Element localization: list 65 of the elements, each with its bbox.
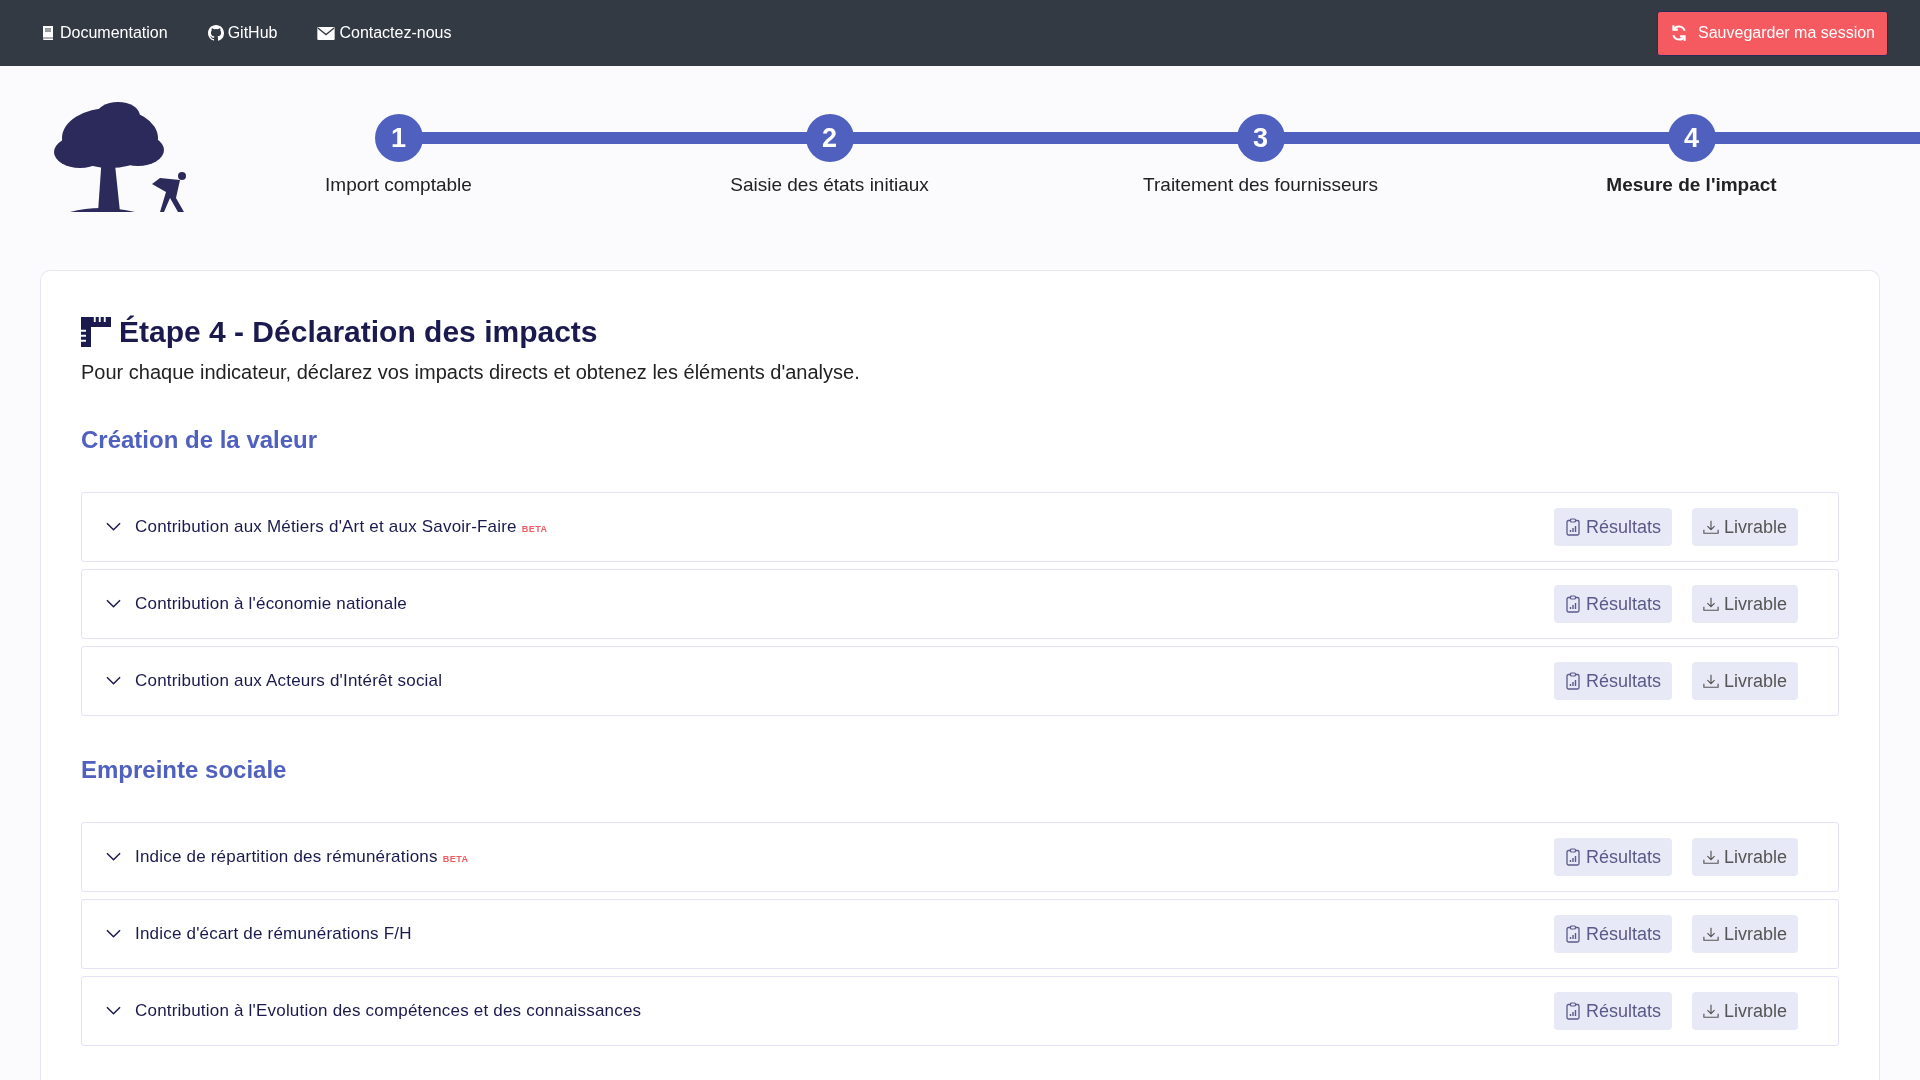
deliverable-button[interactable]: Livrable xyxy=(1691,508,1798,546)
indicator-label: Indice de répartition des rémunérations xyxy=(135,847,438,867)
clipboard-chart-icon xyxy=(1564,672,1581,690)
indicator-label: Contribution à l'Evolution des compétences et des connaissances xyxy=(135,1001,642,1021)
indicator-label: Indice d'écart de rémunérations F/H xyxy=(135,924,412,944)
results-button[interactable]: Résultats xyxy=(1553,508,1672,546)
section-title: Création de la valeur xyxy=(81,426,319,454)
step-label[interactable]: Traitement des fournisseurs xyxy=(1143,174,1378,196)
book-icon xyxy=(40,25,56,41)
indicator-row[interactable]: Contribution aux Acteurs d'Intérêt social Résultats Livrable xyxy=(81,646,1839,716)
download-icon xyxy=(1702,925,1719,943)
chevron-icon[interactable] xyxy=(106,676,121,686)
download-icon xyxy=(1702,672,1719,690)
nav-link[interactable]: Contactez-nous xyxy=(317,24,452,42)
step-number[interactable]: 3 xyxy=(1236,114,1285,162)
step-number[interactable]: 1 xyxy=(374,114,423,162)
indicator-row[interactable]: Indice de répartition des rémunérations BETA Résultats Livrable xyxy=(81,822,1839,892)
download-icon xyxy=(1702,518,1719,536)
nav-link[interactable]: GitHub xyxy=(207,24,278,42)
chevron-icon[interactable] xyxy=(106,522,121,532)
deliverable-button[interactable]: Livrable xyxy=(1691,915,1798,953)
beta-tag: BETA xyxy=(521,524,548,534)
chevron-icon[interactable] xyxy=(106,852,121,862)
refresh-icon xyxy=(1670,24,1688,42)
deliverable-button[interactable]: Livrable xyxy=(1691,662,1798,700)
clipboard-chart-icon xyxy=(1564,1002,1581,1020)
indicator-label: Contribution aux Acteurs d'Intérêt social xyxy=(135,671,443,691)
indicator-row[interactable]: Contribution à l'Evolution des compétences et des connaissances Résultats Livrable xyxy=(81,976,1839,1046)
indicator-row[interactable]: Contribution à l'économie nationale Résultats Livrable xyxy=(81,569,1839,639)
clipboard-chart-icon xyxy=(1564,518,1581,536)
beta-tag: BETA xyxy=(442,854,469,864)
deliverable-button[interactable]: Livrable xyxy=(1691,838,1798,876)
download-icon xyxy=(1702,1002,1719,1020)
step-label[interactable]: Saisie des états initiaux xyxy=(730,174,929,196)
step-label[interactable]: Import comptable xyxy=(325,174,472,196)
download-icon xyxy=(1702,848,1719,866)
results-button[interactable]: Résultats xyxy=(1553,915,1672,953)
step-number[interactable]: 2 xyxy=(805,114,854,162)
results-button[interactable]: Résultats xyxy=(1553,662,1672,700)
indicator-label: Contribution aux Métiers d'Art et aux Savoir-Faire xyxy=(135,517,517,537)
indicator-row[interactable]: Indice d'écart de rémunérations F/H Résultats Livrable xyxy=(81,899,1839,969)
step-label[interactable]: Mesure de l'impact xyxy=(1606,174,1777,196)
page-title: Étape 4 - Déclaration des impacts xyxy=(81,315,1839,349)
github-icon xyxy=(207,25,224,41)
deliverable-button[interactable]: Livrable xyxy=(1691,992,1798,1030)
indicator-row[interactable]: Contribution aux Métiers d'Art et aux Savoir-Faire BETA Résultats Livrable xyxy=(81,492,1839,562)
chevron-icon[interactable] xyxy=(106,929,121,939)
chevron-icon[interactable] xyxy=(106,599,121,609)
chevron-icon[interactable] xyxy=(106,1006,121,1016)
results-button[interactable]: Résultats xyxy=(1553,992,1672,1030)
mail-icon xyxy=(317,26,336,40)
page-description: Pour chaque indicateur, déclarez vos impacts directs et obtenez les éléments d'analyse. xyxy=(81,361,861,384)
results-button[interactable]: Résultats xyxy=(1553,585,1672,623)
results-button[interactable]: Résultats xyxy=(1553,838,1672,876)
indicator-label: Contribution à l'économie nationale xyxy=(135,594,408,614)
deliverable-button[interactable]: Livrable xyxy=(1691,585,1798,623)
clipboard-chart-icon xyxy=(1564,925,1581,943)
clipboard-chart-icon xyxy=(1564,848,1581,866)
download-icon xyxy=(1702,595,1719,613)
step-number[interactable]: 4 xyxy=(1667,114,1716,162)
nav-link[interactable]: Documentation xyxy=(40,24,168,42)
save-session-button[interactable]: Sauvegarder ma session xyxy=(1657,10,1888,56)
section-title: Empreinte sociale xyxy=(81,756,288,784)
ruler-icon xyxy=(81,317,111,347)
clipboard-chart-icon xyxy=(1564,595,1581,613)
